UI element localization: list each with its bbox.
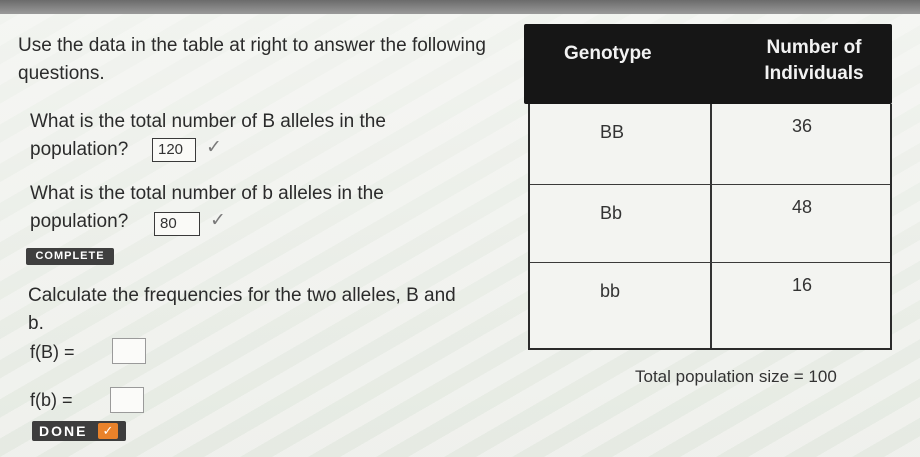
freq-b-label: f(b) = xyxy=(30,390,73,410)
question-b-alleles: What is the total number of B alleles in… xyxy=(30,111,386,160)
count-cell: 36 xyxy=(792,116,813,136)
done-button-label: DONE xyxy=(39,423,88,439)
freq-B-input[interactable] xyxy=(112,338,146,364)
table-row: Bb 48 xyxy=(530,184,890,262)
check-icon: ✓ xyxy=(210,210,226,231)
b-alleles-answer-field[interactable]: 120 xyxy=(152,138,196,162)
lowercase-b-alleles-answer-field[interactable]: 80 xyxy=(154,212,200,236)
instructions-text: Use the data in the table at right to an… xyxy=(18,35,486,84)
genotype-cell: bb xyxy=(600,281,621,301)
complete-badge: COMPLETE xyxy=(26,248,114,265)
question-lowercase-b-alleles: What is the total number of b alleles in… xyxy=(30,183,384,232)
genotype-cell: Bb xyxy=(600,203,623,223)
genotype-table: BB 36 Bb 48 bb 16 xyxy=(528,104,892,350)
done-button[interactable]: DONE ✓ xyxy=(32,421,126,441)
table-row: BB 36 xyxy=(530,104,890,182)
check-icon: ✓ xyxy=(206,137,222,158)
count-cell: 48 xyxy=(792,197,813,217)
top-bar xyxy=(0,0,920,14)
freq-b-input[interactable] xyxy=(110,387,144,413)
check-icon: ✓ xyxy=(98,423,118,439)
genotype-header: Genotype xyxy=(564,43,652,64)
count-cell: 16 xyxy=(792,275,813,295)
total-population: Total population size = 100 xyxy=(635,367,837,386)
genotype-cell: BB xyxy=(600,122,625,142)
table-row: bb 16 xyxy=(530,262,890,348)
freq-B-label: f(B) = xyxy=(30,342,75,362)
table-header: Genotype Number of Individuals xyxy=(524,24,892,104)
number-header: Number of Individuals xyxy=(764,37,864,84)
frequency-prompt: Calculate the frequencies for the two al… xyxy=(28,285,456,334)
